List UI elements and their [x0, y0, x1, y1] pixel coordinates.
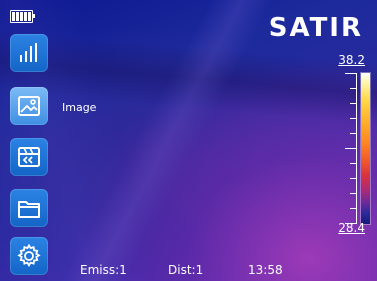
folder-icon	[18, 201, 40, 218]
emissivity-readout: Emiss:1	[80, 263, 127, 277]
active-mode-label: Image	[62, 101, 97, 114]
analysis-button[interactable]	[10, 34, 48, 72]
video-icon	[18, 147, 40, 167]
temperature-colorbar	[361, 73, 370, 224]
image-button[interactable]	[10, 87, 48, 125]
scale-min-value: 28.4	[338, 221, 365, 235]
thermal-image-view: SATIR Image 38.2 28.4 Emiss:1 Dist:1 13:…	[0, 0, 377, 281]
scale-max-value: 38.2	[338, 53, 365, 67]
bar-chart-icon	[20, 43, 37, 62]
gear-icon	[17, 243, 41, 268]
video-button[interactable]	[10, 138, 48, 176]
battery-icon	[10, 10, 35, 23]
image-icon	[18, 96, 40, 116]
scale-ticks	[345, 73, 357, 224]
time-readout: 13:58	[248, 263, 283, 277]
distance-readout: Dist:1	[168, 263, 204, 277]
brand-logo: SATIR	[268, 13, 363, 43]
files-button[interactable]	[10, 189, 48, 227]
settings-button[interactable]	[10, 237, 48, 275]
